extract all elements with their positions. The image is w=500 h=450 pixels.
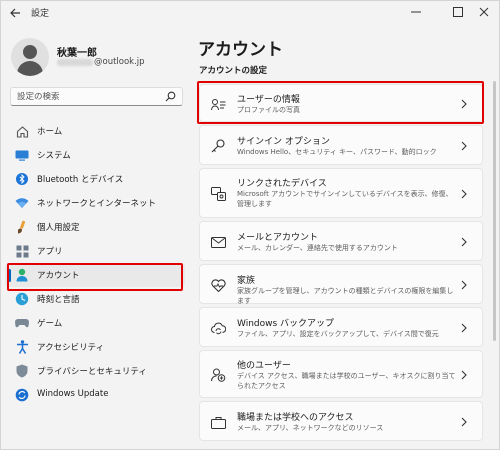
chevron-right-icon (461, 280, 467, 290)
sidebar-item-label: システム (37, 151, 71, 161)
sidebar-item-gaming[interactable]: ゲーム (5, 311, 185, 335)
page-title: アカウント (198, 40, 283, 60)
other-users-icon (210, 367, 226, 383)
chevron-right-icon (461, 323, 467, 333)
sidebar-item-personalization[interactable]: 個人用設定 (5, 215, 185, 239)
card-linked-devices[interactable]: リンクされたデバイス Microsoft アカウントでサインインしているデバイス… (199, 168, 483, 218)
sidebar-item-label: ネットワークとインターネット (37, 199, 157, 209)
chevron-right-icon (461, 237, 467, 247)
card-title: 他のユーザー (237, 361, 291, 371)
system-icon (15, 148, 29, 162)
search-box[interactable] (10, 87, 183, 106)
card-title: Windows バックアップ (237, 319, 335, 329)
title-bar: 設定 (1, 1, 500, 25)
sidebar-item-apps[interactable]: アプリ (5, 239, 185, 263)
shield-icon (15, 364, 29, 378)
close-icon (479, 7, 489, 17)
family-heart-icon (210, 277, 226, 293)
home-icon (15, 124, 29, 138)
sidebar-item-home[interactable]: ホーム (5, 119, 185, 143)
card-title: サインイン オプション (237, 137, 330, 147)
mail-icon (210, 234, 226, 250)
window-title: 設定 (31, 9, 50, 19)
card-title: メールとアカウント (237, 233, 319, 243)
card-subtitle: 家族グループを管理し、アカウントの種類とデバイスの権限を編集します (237, 287, 454, 305)
close-button[interactable] (469, 1, 499, 23)
card-title: リンクされたデバイス (237, 179, 327, 189)
sidebar-item-label: アプリ (37, 247, 63, 257)
sidebar-item-label: アクセシビリティ (37, 343, 105, 353)
back-button[interactable] (7, 5, 23, 21)
sidebar-item-label: 時刻と言語 (37, 295, 80, 305)
profile-email: @outlook.jp (57, 57, 145, 67)
chevron-right-icon (461, 370, 467, 380)
sidebar-item-privacy[interactable]: プライバシーとセキュリティ (5, 359, 185, 383)
scrollbar[interactable] (493, 81, 496, 341)
card-subtitle: メール、アプリ、ネットワークなどのリソース (237, 424, 384, 432)
network-icon (15, 196, 29, 210)
card-family[interactable]: 家族 家族グループを管理し、アカウントの種類とデバイスの権限を編集します (199, 264, 483, 305)
sidebar-item-network[interactable]: ネットワークとインターネット (5, 191, 185, 215)
update-icon (15, 388, 29, 402)
sidebar-item-label: ゲーム (37, 319, 63, 329)
card-other-users[interactable]: 他のユーザー デバイス アクセス、職場または学校のユーザー、キオスクに割り当てら… (199, 350, 483, 398)
maximize-icon (453, 7, 463, 17)
linked-devices-icon (210, 186, 226, 202)
sidebar-item-label: プライバシーとセキュリティ (37, 367, 147, 377)
accessibility-icon (15, 340, 29, 354)
sidebar-item-label: ホーム (37, 127, 63, 137)
card-subtitle: ファイル、アプリ、設定をバックアップして、デバイス間で復元 (237, 330, 439, 338)
email-domain: @outlook.jp (94, 57, 145, 67)
settings-window: 設定 秋葉一郎 @outlook.jp ホーム (0, 0, 500, 450)
card-title: 家族 (237, 276, 256, 286)
key-icon (210, 138, 226, 154)
chevron-right-icon (461, 417, 467, 427)
sidebar-item-label: Bluetooth とデバイス (37, 175, 124, 185)
bluetooth-icon (15, 172, 29, 186)
brush-icon (15, 220, 29, 234)
minimize-button[interactable] (401, 1, 431, 23)
search-icon[interactable] (165, 91, 176, 102)
highlight-box-your-info (197, 81, 484, 124)
game-icon (15, 316, 29, 330)
time-language-icon (15, 292, 29, 306)
card-subtitle: メール、カレンダー、連絡先で使用するアカウント (237, 244, 398, 252)
apps-icon (15, 244, 29, 258)
avatar[interactable] (11, 38, 49, 76)
card-title: 職場または学校へのアクセス (237, 413, 354, 423)
card-sign-in-options[interactable]: サインイン オプション Windows Hello、セキュリティ キー、パスワー… (199, 125, 483, 165)
email-redacted (57, 58, 93, 66)
sidebar-item-label: 個人用設定 (37, 223, 80, 233)
chevron-right-icon (461, 189, 467, 199)
minimize-icon (411, 11, 421, 13)
search-input[interactable] (17, 91, 162, 102)
card-work-school-access[interactable]: 職場または学校へのアクセス メール、アプリ、ネットワークなどのリソース (199, 401, 483, 441)
sidebar-item-accessibility[interactable]: アクセシビリティ (5, 335, 185, 359)
card-subtitle: Windows Hello、セキュリティ キー、パスワード、動的ロック (237, 148, 437, 156)
briefcase-icon (210, 414, 226, 430)
sidebar-item-label: Windows Update (37, 389, 109, 399)
card-subtitle: デバイス アクセス、職場または学校のユーザー、キオスクに割り当てられたアクセス (237, 372, 456, 390)
card-email-accounts[interactable]: メールとアカウント メール、カレンダー、連絡先で使用するアカウント (199, 221, 483, 261)
highlight-box-accounts (7, 263, 183, 291)
sidebar-item-system[interactable]: システム (5, 143, 185, 167)
section-title: アカウントの設定 (199, 66, 268, 76)
sidebar-item-bluetooth[interactable]: Bluetooth とデバイス (5, 167, 185, 191)
sidebar-item-windows-update[interactable]: Windows Update (5, 383, 185, 407)
back-arrow-icon (9, 8, 20, 18)
backup-icon (210, 320, 226, 336)
card-windows-backup[interactable]: Windows バックアップ ファイル、アプリ、設定をバックアップして、デバイス… (199, 307, 483, 347)
card-subtitle: Microsoft アカウントでサインインしているデバイスを表示、修復、管理しま… (237, 190, 453, 208)
chevron-right-icon (461, 141, 467, 151)
